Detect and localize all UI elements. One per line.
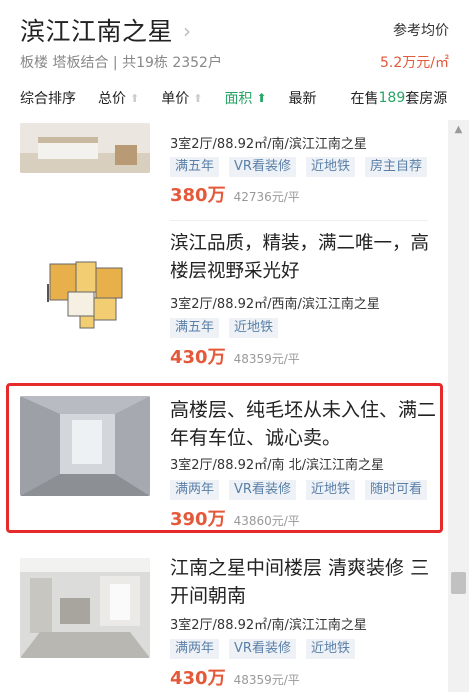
tag: 满五年 xyxy=(170,157,220,177)
sort-label: 单价 xyxy=(161,91,190,107)
listing-price-row: 430万 48359元/平 xyxy=(170,664,300,690)
community-header: 滨江江南之星 › 参考均价 板楼 塔板结合 | 共19栋 2352户 5.2万元… xyxy=(0,0,469,78)
tag: 近地铁 xyxy=(229,318,279,338)
unit-price: 48359元/平 xyxy=(233,673,300,687)
total-price: 430万 xyxy=(170,668,226,689)
listing-tags: 满五年 近地铁 xyxy=(170,318,288,338)
floorplan-image xyxy=(20,234,150,334)
count-prefix: 在售 xyxy=(350,91,379,107)
listing-meta: 3室2厅/88.92㎡/南/滨江江南之星 xyxy=(170,618,367,633)
listing-meta: 3室2厅/88.92㎡/南/滨江江南之星 xyxy=(170,137,367,152)
sort-bar: 综合排序 总价 ⬆ 单价 ⬆ 面积 ⬆ 最新 在售 189 套房源 xyxy=(0,78,469,118)
count-number: 189 xyxy=(378,90,406,106)
floorplan-icon xyxy=(47,261,123,329)
community-title-link[interactable]: 滨江江南之星 › xyxy=(20,12,191,48)
total-price: 430万 xyxy=(170,347,226,368)
scrollbar-thumb[interactable] xyxy=(451,572,466,594)
listing-price-row: 430万 48359元/平 xyxy=(170,343,300,369)
listing-title: 江南之星中间楼层 清爽装修 三开间朝南 xyxy=(170,557,430,607)
tag: 房主自荐 xyxy=(364,157,427,177)
listing-title: 滨江品质，精装，满二唯一，高楼层视野采光好 xyxy=(170,233,430,282)
total-price: 380万 xyxy=(170,185,226,206)
arrow-up-icon: ⬆ xyxy=(130,91,140,105)
listing-tags: 满五年 VR看装修 近地铁 房主自荐 xyxy=(170,157,437,177)
divider xyxy=(170,220,428,221)
reference-price-label: 参考均价 xyxy=(393,23,449,39)
sort-label: 最新 xyxy=(288,91,317,107)
listing-price-row: 380万 42736元/平 xyxy=(170,181,300,207)
sort-label: 面积 xyxy=(224,91,253,107)
listing-meta: 3室2厅/88.92㎡/西南/滨江江南之星 xyxy=(170,297,380,312)
arrow-up-icon: ⬆ xyxy=(193,91,203,105)
chevron-right-icon: › xyxy=(183,18,192,43)
scrollbar[interactable]: ▲ xyxy=(448,120,469,692)
sort-unit-price[interactable]: 单价 ⬆ xyxy=(161,88,202,108)
listing-tags: 满两年 VR看装修 近地铁 xyxy=(170,639,365,659)
unit-price: 42736元/平 xyxy=(233,190,300,204)
on-sale-count: 在售 189 套房源 xyxy=(351,88,448,108)
sort-label: 总价 xyxy=(98,91,126,107)
listing-photo xyxy=(20,558,150,658)
count-suffix: 套房源 xyxy=(405,91,448,107)
reference-price: 5.2万元/㎡ xyxy=(380,55,449,71)
scroll-up-arrow-icon[interactable]: ▲ xyxy=(448,124,469,135)
sort-comprehensive[interactable]: 综合排序 xyxy=(20,88,76,108)
tag: 满五年 xyxy=(170,318,220,338)
unit-price: 48359元/平 xyxy=(233,352,300,366)
listing-card[interactable]: 滨江品质，精装，满二唯一，高楼层视野采光好 3室2厅/88.92㎡/西南/滨江江… xyxy=(0,230,448,380)
community-title: 滨江江南之星 xyxy=(20,17,174,46)
listing-photo xyxy=(20,123,150,173)
tag: VR看装修 xyxy=(229,639,296,659)
community-subinfo: 板楼 塔板结合 | 共19栋 2352户 xyxy=(20,55,222,71)
tag: 近地铁 xyxy=(305,157,355,177)
bedroom-photo xyxy=(20,123,150,173)
tag: VR看装修 xyxy=(229,157,296,177)
sort-area[interactable]: 面积 ⬆ xyxy=(224,88,266,108)
listing-card[interactable]: 3室2厅/88.92㎡/南/滨江江南之星 满五年 VR看装修 近地铁 房主自荐 … xyxy=(0,120,448,212)
tag: 近地铁 xyxy=(305,639,355,659)
sort-label: 综合排序 xyxy=(20,91,76,107)
sort-total-price[interactable]: 总价 ⬆ xyxy=(98,88,139,108)
living-room-photo xyxy=(20,558,150,658)
highlight-box xyxy=(6,383,443,533)
tag: 满两年 xyxy=(170,639,220,659)
arrow-up-icon: ⬆ xyxy=(256,91,267,105)
sort-newest[interactable]: 最新 xyxy=(289,88,317,108)
listing-card[interactable]: 江南之星中间楼层 清爽装修 三开间朝南 3室2厅/88.92㎡/南/滨江江南之星… xyxy=(0,552,448,692)
